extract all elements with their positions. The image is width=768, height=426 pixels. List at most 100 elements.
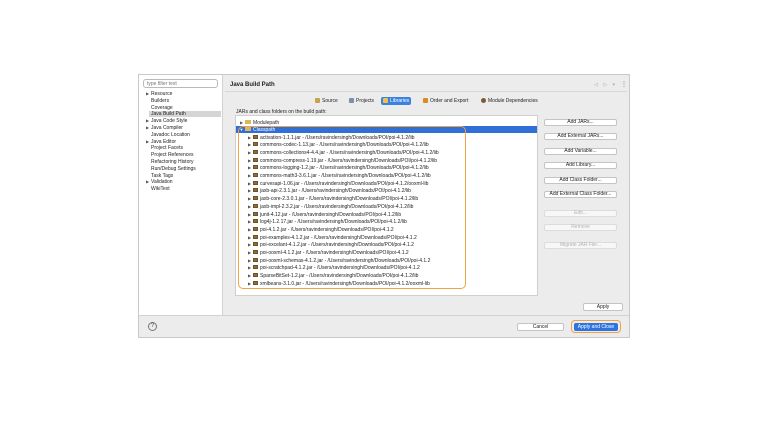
tab-projects[interactable]: Projects [347,97,376,105]
nav-item[interactable]: Coverage [151,105,173,111]
history-nav-arrows[interactable]: ◁ ▷ ▾ [594,82,617,88]
nav-item[interactable]: Java Build Path [149,111,221,118]
jar-row[interactable]: ▶ poi-scratchpad-4.1.2.jar - /Users/ravin… [247,264,420,271]
expand-arrow-icon[interactable]: ▶ [247,226,252,233]
jar-row[interactable]: ▶ poi-ooxml-4.1.2.jar - /Users/ravindersi… [247,249,409,256]
nav-item[interactable]: ▶ Java Code Style [146,118,187,124]
nav-item[interactable]: WikiText [151,186,170,192]
expand-arrow-icon[interactable]: ▶ [239,119,244,126]
jar-icon [253,273,258,278]
expand-arrow-icon[interactable]: ▶ [247,187,252,194]
nav-item-label: Coverage [151,104,173,111]
add-external-jars-button[interactable]: Add External JARs... [544,133,617,140]
jar-row[interactable]: ▶ curvesapi-1.06.jar - /Users/ravindersin… [247,180,428,187]
expand-arrow-icon[interactable]: ▶ [247,149,252,156]
jar-icon [253,203,258,208]
nav-item[interactable]: ▶ Resource [146,91,172,97]
menu-kebab-icon[interactable]: ⋮ [621,81,627,88]
nav-item[interactable]: Refactoring History [151,159,194,165]
filter-input[interactable] [143,79,218,88]
nav-item-label: Project References [151,152,194,159]
jar-label: poi-ooxml-schemas-4.1.2.jar - /Users/rav… [260,257,431,264]
nav-item[interactable]: ▶ Java Compiler [146,125,183,131]
expand-arrow-icon[interactable]: ▶ [247,218,252,225]
nav-item[interactable]: Project References [151,152,194,158]
expand-arrow-icon[interactable]: ▶ [247,134,252,141]
jar-row[interactable]: ▶ poi-4.1.2.jar - /Users/ravindersingh/Do… [247,226,394,233]
remove-button[interactable]: Remove [544,224,617,231]
expand-arrow-icon[interactable]: ▶ [247,272,252,279]
nav-item[interactable]: Run/Debug Settings [151,166,196,172]
jar-row[interactable]: ▶ jaxb-api-2.3.1.jar - /Users/ravindersin… [247,187,411,194]
tree-row-classpath[interactable]: ▼ Classpath [236,126,537,133]
footer-divider [139,315,629,316]
nav-item[interactable]: Builders [151,98,169,104]
expand-arrow-icon[interactable]: ▶ [247,195,252,202]
nav-item[interactable]: Project Facets [151,145,183,151]
tab-order-and-export[interactable]: Order and Export [421,97,470,105]
jar-row[interactable]: ▶ poi-excelant-4.1.2.jar - /Users/ravinde… [247,241,414,248]
jar-icon [253,157,258,162]
edit-button[interactable]: Edit... [544,210,617,217]
jar-row[interactable]: ▶ activation-1.1.1.jar - /Users/ravinders… [247,134,415,141]
nav-item-label: Java Compiler [151,125,183,131]
expand-arrow-icon[interactable]: ▶ [247,211,252,218]
cancel-button[interactable]: Cancel [517,323,564,331]
jar-row[interactable]: ▶ xmlbeans-3.1.0.jar - /Users/ravindersin… [247,280,430,287]
add-jars-button[interactable]: Add JARs... [544,119,617,126]
jar-icon [253,226,258,231]
expand-arrow-icon[interactable]: ▶ [247,234,252,241]
jar-row[interactable]: ▶ jaxb-impl-2.3.2.jar - /Users/ravindersi… [247,203,413,210]
nav-item-label: Java Code Style [151,118,188,125]
nav-item[interactable]: ▶ Validation [146,179,173,185]
expand-arrow-icon[interactable]: ▶ [247,164,252,171]
expand-arrow-icon[interactable]: ▶ [247,264,252,271]
jar-row[interactable]: ▶ poi-ooxml-schemas-4.1.2.jar - /Users/ra… [247,257,430,264]
jar-row[interactable]: ▶ junit-4.12.jar - /Users/ravindersingh/D… [247,211,401,218]
jar-row[interactable]: ▶ commons-math3-3.6.1.jar - /Users/ravind… [247,172,431,179]
jar-row[interactable]: ▶ commons-compress-1.19.jar - /Users/ravi… [247,157,437,164]
jar-label: poi-examples-4.1.2.jar - /Users/ravinder… [260,234,417,241]
add-external-class-folder-button[interactable]: Add External Class Folder... [544,191,617,198]
expand-arrow-icon[interactable]: ▶ [247,141,252,148]
add-library-button[interactable]: Add Library... [544,162,617,169]
tab-source[interactable]: Source [313,97,340,105]
apply-button[interactable]: Apply [583,303,623,311]
expand-arrow-icon[interactable]: ▶ [247,241,252,248]
jar-label: poi-ooxml-4.1.2.jar - /Users/ravindersin… [260,250,409,256]
expand-arrow-icon[interactable]: ▶ [247,257,252,264]
build-path-tree[interactable]: ▶ Modulepath ▼ Classpath ▶ activation-1.1.1… [235,115,538,296]
jar-row[interactable]: ▶ commons-collections4-4.4.jar - /Users/r… [247,149,439,156]
nav-item[interactable]: ▶ Java Editor [146,139,176,145]
migrate-jar-button[interactable]: Migrate JAR File... [544,242,617,249]
jar-row[interactable]: ▶ commons-logging-1.2.jar - /Users/ravind… [247,164,429,171]
jar-row[interactable]: ▶ jaxb-core-2.3.0.1.jar - /Users/ravinder… [247,195,418,202]
expand-arrow-icon[interactable]: ▶ [247,157,252,164]
jar-row[interactable]: ▶ commons-codec-1.13.jar - /Users/ravinde… [247,141,429,148]
help-icon[interactable]: ? [148,322,157,331]
nav-item[interactable]: Task Tags [151,173,173,179]
jar-row[interactable]: ▶ poi-examples-4.1.2.jar - /Users/ravinde… [247,234,417,241]
jar-row[interactable]: ▶ SparseBitSet-1.2.jar - /Users/ravinders… [247,272,418,279]
expand-arrow-icon[interactable]: ▶ [247,249,252,256]
apply-and-close-button[interactable]: Apply and Close [574,323,618,331]
jar-label: commons-compress-1.19.jar - /Users/ravin… [260,157,438,164]
tab-libraries[interactable]: Libraries [381,97,412,105]
tab-module-dependencies[interactable]: Module Dependencies [479,97,540,105]
nav-item-label: Builders [151,97,170,104]
add-class-folder-button[interactable]: Add Class Folder... [544,177,617,184]
expand-arrow-icon[interactable]: ▶ [247,180,252,187]
expand-arrow-icon[interactable]: ▶ [247,203,252,210]
jar-label: poi-scratchpad-4.1.2.jar - /Users/ravind… [260,265,420,272]
jar-row[interactable]: ▶ log4j-1.2.17.jar - /Users/ravindersingh… [247,218,407,225]
jar-label: junit-4.12.jar - /Users/ravindersingh/Do… [260,211,402,218]
expand-arrow-icon[interactable]: ▶ [247,172,252,179]
jar-label: jaxb-core-2.3.0.1.jar - /Users/ravinders… [260,196,419,203]
collapse-arrow-icon[interactable]: ▼ [239,126,244,133]
jar-icon [253,188,258,193]
expand-arrow-icon[interactable]: ▶ [247,280,252,287]
add-variable-button[interactable]: Add Variable... [544,148,617,155]
jar-label: commons-codec-1.13.jar - /Users/ravinder… [260,142,429,149]
nav-item[interactable]: Javadoc Location [151,132,190,138]
tree-row-modulepath[interactable]: ▶ Modulepath [239,119,279,126]
